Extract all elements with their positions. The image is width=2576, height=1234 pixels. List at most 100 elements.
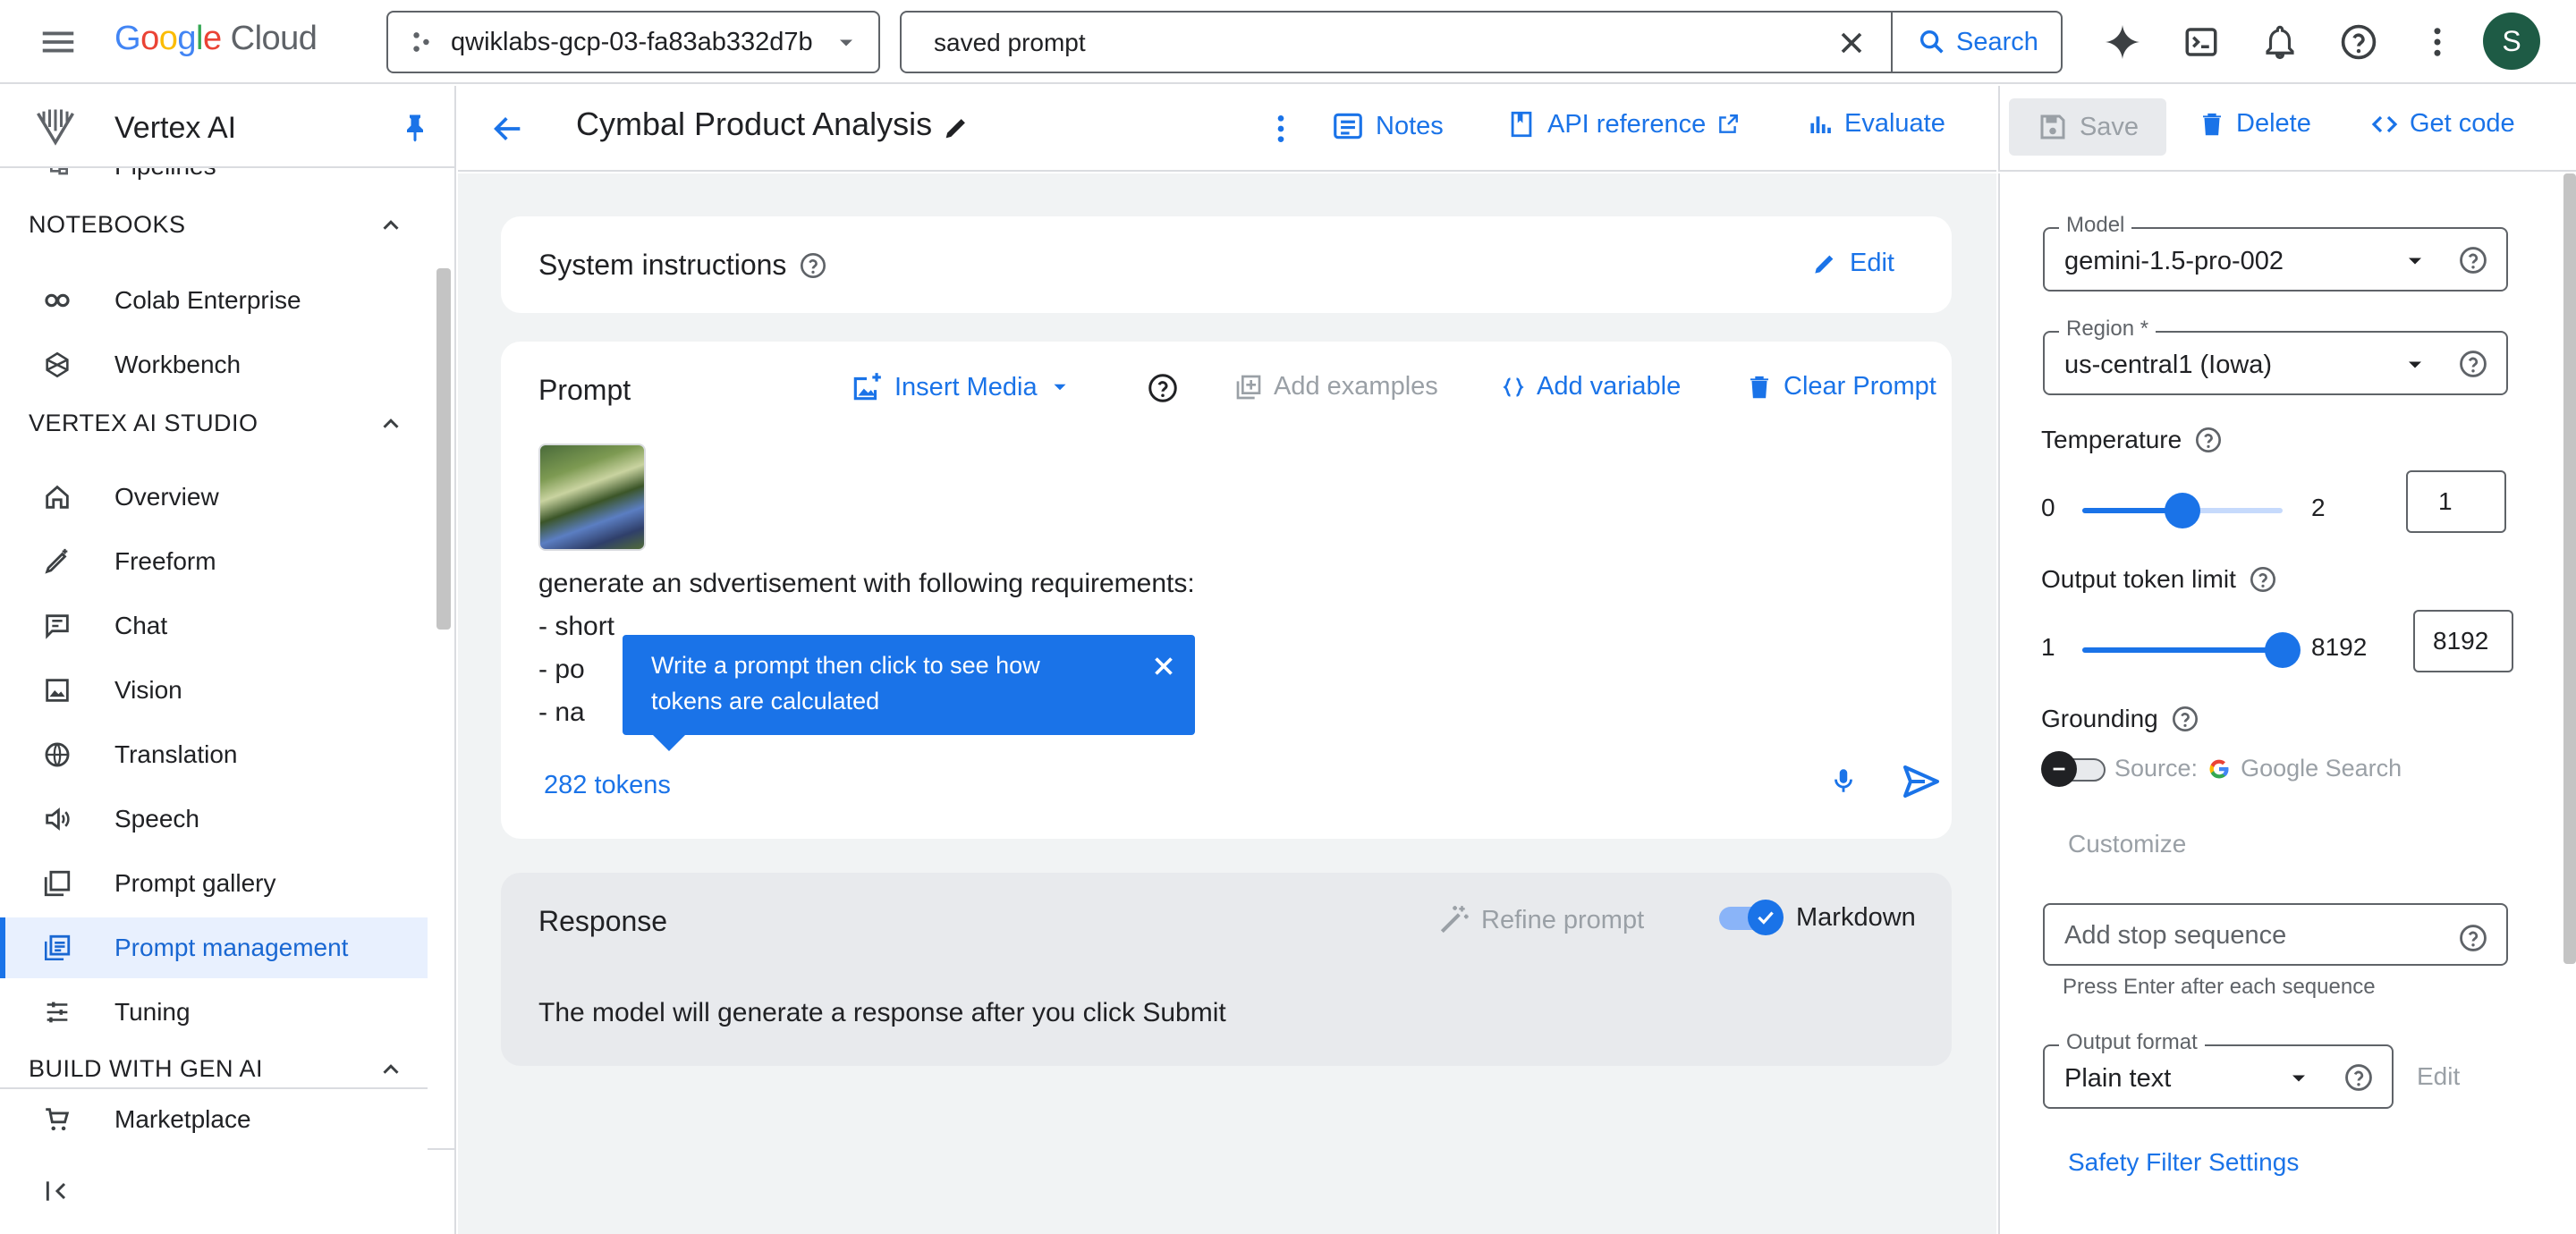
action-bar: Save Delete Get code: [1998, 86, 2576, 172]
temperature-input[interactable]: 1: [2406, 470, 2506, 533]
output-format-select[interactable]: Output format Plain text: [2043, 1030, 2394, 1109]
notes-button[interactable]: Notes: [1331, 109, 1444, 143]
system-instructions-title: System instructions: [538, 249, 827, 282]
help-icon[interactable]: [2249, 565, 2277, 594]
edit-pencil-icon[interactable]: [941, 113, 971, 143]
add-examples-button[interactable]: Add examples: [1234, 372, 1438, 401]
help-icon[interactable]: [2336, 20, 2381, 64]
grounding-toggle[interactable]: [2041, 751, 2106, 787]
help-icon[interactable]: [799, 251, 827, 280]
edit-system-instructions-button[interactable]: Edit: [1810, 249, 1894, 278]
stop-sequence-hint: Press Enter after each sequence: [2063, 975, 2376, 999]
workbench-icon: [41, 349, 73, 381]
remove-icon: [2041, 751, 2077, 787]
prompt-text-line[interactable]: - po: [538, 655, 585, 685]
pin-icon[interactable]: [399, 111, 431, 143]
refine-prompt-button[interactable]: Refine prompt: [1436, 903, 1644, 937]
search-box: Search: [900, 11, 2063, 73]
project-picker[interactable]: qwiklabs-gcp-03-fa83ab332d7b: [386, 11, 880, 73]
region-select[interactable]: Region * us-central1 (Iowa): [2043, 317, 2508, 395]
collapse-sidebar-icon[interactable]: [43, 1177, 72, 1205]
section-build-with-gen-ai[interactable]: BUILD WITH GEN AI: [29, 1055, 404, 1083]
help-icon[interactable]: [2343, 1062, 2374, 1093]
pencil-sparkle-icon: [41, 545, 73, 578]
clear-prompt-button[interactable]: Clear Prompt: [1746, 372, 1936, 401]
cloud-shell-terminal-icon[interactable]: [2179, 20, 2224, 64]
sidebar-item-overview[interactable]: Overview: [0, 467, 428, 528]
help-icon[interactable]: [2458, 349, 2488, 379]
gemini-sparkle-icon[interactable]: [2100, 20, 2145, 64]
google-g-icon: [2207, 756, 2232, 782]
stop-sequence-field[interactable]: Add stop sequence: [2043, 903, 2508, 966]
search-button[interactable]: Search: [1891, 13, 2063, 72]
help-icon[interactable]: [2458, 923, 2488, 953]
sidebar-item-tuning[interactable]: Tuning: [0, 982, 428, 1043]
sidebar-item-pipelines[interactable]: Pipelines: [0, 168, 428, 197]
get-code-button[interactable]: Get code: [2370, 109, 2515, 139]
chat-icon: [41, 610, 73, 642]
token-limit-slider[interactable]: [2082, 632, 2301, 668]
token-count-link[interactable]: 282 tokens: [544, 771, 671, 800]
delete-button[interactable]: Delete: [2199, 109, 2311, 139]
section-notebooks[interactable]: NOTEBOOKS: [29, 211, 404, 239]
avatar[interactable]: S: [2483, 13, 2540, 70]
sidebar-item-prompt-management[interactable]: Prompt management: [0, 917, 428, 978]
sidebar-item-prompt-gallery[interactable]: Prompt gallery: [0, 853, 428, 914]
sidebar-item-translation[interactable]: Translation: [0, 724, 428, 785]
help-icon[interactable]: [2194, 426, 2223, 454]
customize-button[interactable]: Customize: [2068, 830, 2186, 858]
close-icon[interactable]: [1148, 651, 1179, 681]
arrow-back-icon[interactable]: [490, 111, 526, 147]
prompt-text-line[interactable]: generate an sdvertisement with following…: [538, 569, 1195, 599]
sidebar-item-vision[interactable]: Vision: [0, 660, 428, 721]
insert-media-button[interactable]: Insert Media: [850, 370, 1072, 404]
grounding-label: Grounding: [2041, 705, 2199, 733]
sidebar-scrollbar[interactable]: [436, 268, 451, 630]
token-limit-slider-thumb[interactable]: [2265, 632, 2301, 668]
variable-braces-icon: [1501, 375, 1526, 400]
sidebar-item-freeform[interactable]: Freeform: [0, 531, 428, 592]
page-title: Cymbal Product Analysis: [576, 106, 933, 142]
bar-chart-icon: [1807, 111, 1834, 138]
hamburger-menu-icon[interactable]: [38, 21, 79, 63]
markdown-toggle[interactable]: Markdown: [1719, 900, 1916, 935]
temperature-slider-thumb[interactable]: [2165, 493, 2200, 528]
more-vert-icon[interactable]: [1263, 111, 1299, 147]
settings-scrollbar[interactable]: [2563, 173, 2576, 964]
section-vertex-ai-studio[interactable]: VERTEX AI STUDIO: [29, 410, 404, 437]
temperature-slider[interactable]: [2082, 493, 2283, 528]
save-button[interactable]: Save: [2009, 98, 2166, 156]
chevron-up-icon: [377, 1056, 404, 1083]
notifications-bell-icon[interactable]: [2258, 20, 2302, 64]
sidebar-scroll-area: Pipelines NOTEBOOKS Colab Enterprise Wor…: [0, 168, 428, 1173]
microphone-icon[interactable]: [1828, 765, 1859, 796]
add-variable-button[interactable]: Add variable: [1501, 372, 1681, 401]
bookmark-book-icon: [1506, 109, 1537, 139]
sidebar-item-workbench[interactable]: Workbench: [0, 334, 428, 395]
prompt-header: Cymbal Product Analysis Notes API refere…: [458, 86, 1996, 172]
help-icon[interactable]: [2458, 245, 2488, 275]
sidebar-item-chat[interactable]: Chat: [0, 596, 428, 656]
sidebar-item-marketplace[interactable]: Marketplace: [0, 1087, 428, 1150]
safety-filter-settings-link[interactable]: Safety Filter Settings: [2068, 1148, 2299, 1177]
sidebar-item-colab-enterprise[interactable]: Colab Enterprise: [0, 270, 428, 331]
more-vert-icon[interactable]: [2415, 20, 2460, 64]
api-reference-link[interactable]: API reference: [1506, 109, 1740, 139]
prompt-text-line[interactable]: - short: [538, 612, 614, 642]
search-input[interactable]: [934, 29, 1810, 57]
prompt-media-thumbnail[interactable]: [538, 444, 646, 551]
close-icon[interactable]: [1834, 25, 1869, 61]
google-cloud-logo[interactable]: Google Cloud: [114, 20, 318, 58]
trash-icon: [1746, 374, 1773, 401]
temperature-min: 0: [2041, 494, 2055, 521]
output-format-edit-button[interactable]: Edit: [2417, 1062, 2460, 1091]
sidebar-item-speech[interactable]: Speech: [0, 789, 428, 849]
token-limit-input[interactable]: 8192: [2413, 610, 2513, 672]
help-icon[interactable]: [1147, 372, 1179, 404]
evaluate-button[interactable]: Evaluate: [1807, 109, 1945, 139]
prompt-card: Prompt Insert Media Add examples Add var…: [501, 342, 1952, 839]
send-icon[interactable]: [1900, 760, 1943, 803]
prompt-text-line[interactable]: - na: [538, 697, 585, 728]
model-select[interactable]: Model gemini-1.5-pro-002: [2043, 213, 2508, 292]
help-icon[interactable]: [2171, 705, 2199, 733]
